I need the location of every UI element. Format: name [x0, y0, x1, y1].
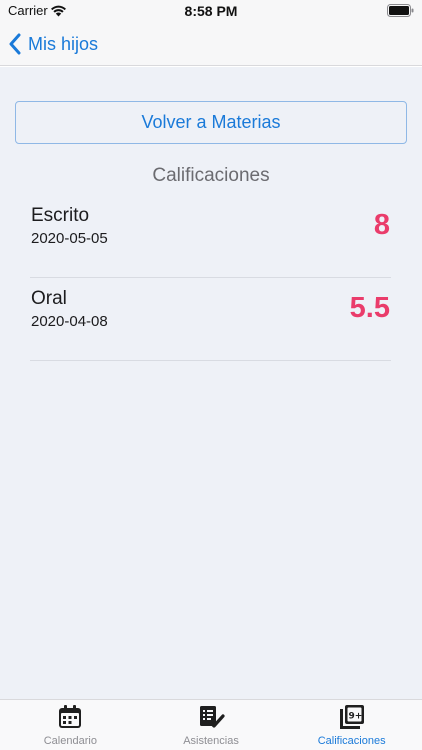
grade-name: Escrito [31, 205, 90, 226]
tab-bar: Calendario Asistencias 9+ Calificaciones [0, 699, 422, 750]
calendar-icon [59, 705, 82, 728]
grade-date: 2020-05-05 [31, 230, 108, 247]
tab-calendario[interactable]: Calendario [0, 700, 141, 750]
grades-screen: Volver a Materias Calificaciones Escrito… [0, 67, 422, 699]
tab-asistencias[interactable]: Asistencias [141, 700, 282, 750]
grade-name: Oral [31, 288, 67, 309]
grade-row: Escrito 2020-05-05 8 [30, 195, 391, 278]
grade-value: 5.5 [349, 292, 390, 324]
navigation-bar: Mis hijos [0, 22, 422, 66]
chevron-left-icon [9, 33, 21, 55]
status-bar: Carrier 8:58 PM [0, 0, 422, 22]
grade-row: Oral 2020-04-08 5.5 [30, 278, 391, 361]
section-title: Calificaciones [152, 165, 270, 186]
grades-9plus-icon: 9+ [339, 705, 364, 729]
status-time: 8:58 PM [184, 3, 238, 19]
back-to-subjects-button[interactable]: Volver a Materias [15, 101, 407, 144]
attendance-checklist-icon [200, 706, 225, 728]
grade-date: 2020-04-08 [31, 313, 108, 330]
back-button-label: Mis hijos [28, 33, 99, 54]
tab-calificaciones[interactable]: 9+ Calificaciones [281, 700, 422, 750]
svg-text:9+: 9+ [348, 712, 362, 722]
grade-value: 8 [373, 209, 390, 241]
tab-label: Calendario [43, 735, 97, 747]
back-button[interactable]: Mis hijos [8, 30, 98, 58]
battery-icon [387, 4, 414, 17]
tab-label: Calificaciones [317, 735, 386, 747]
tab-label: Asistencias [183, 735, 239, 747]
grade-list: Escrito 2020-05-05 8 Oral 2020-04-08 5.5 [30, 195, 391, 361]
